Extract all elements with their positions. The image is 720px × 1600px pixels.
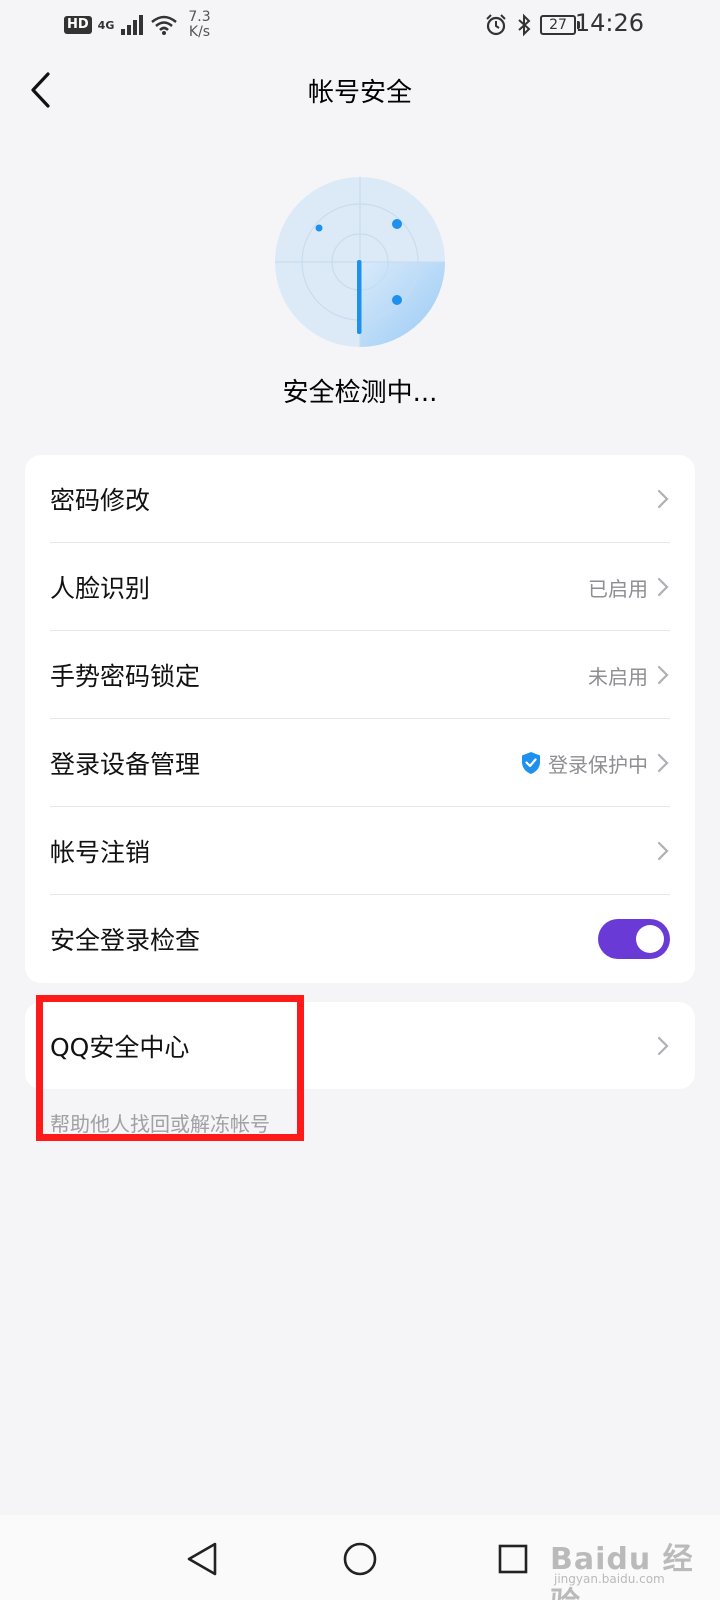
watermark-sub-text: jingyan.baidu.com: [554, 1572, 665, 1586]
row-label: 登录设备管理: [50, 750, 201, 779]
row-status: 未启用: [588, 664, 648, 689]
settings-card: 密码修改 人脸识别 已启用 手势密码锁定 未启用 登录设备管理 登录保护中 帐号…: [25, 455, 695, 983]
net-speed-unit: K/s: [188, 24, 211, 40]
settings-row-secure-login-check: 安全登录检查: [25, 895, 695, 983]
nav-bar: 帐号安全: [0, 52, 720, 128]
status-right: 27: [484, 13, 580, 37]
circle-home-icon: [343, 1542, 377, 1576]
highlight-annotation-box: [36, 995, 304, 1141]
row-label: 人脸识别: [50, 574, 151, 603]
square-recents-icon: [498, 1544, 528, 1574]
row-status: 已启用: [588, 576, 648, 601]
settings-row-password[interactable]: 密码修改: [25, 455, 695, 543]
toggle-knob: [636, 925, 664, 953]
status-bar: HD 4G 7.3 K/s 27 14:26: [0, 0, 720, 52]
status-left: HD 4G 7.3 K/s: [64, 10, 211, 40]
nav-back-button[interactable]: [180, 1537, 224, 1581]
watermark-main-text: Baidu 经验: [550, 1542, 694, 1600]
chevron-right-icon: [656, 839, 670, 863]
net-speed-value: 7.3: [188, 9, 211, 25]
screen: HD 4G 7.3 K/s 27 14:26 帐号安全 安全检测中... 密码修…: [0, 0, 720, 1600]
bluetooth-icon: [518, 13, 531, 37]
net-speed: 7.3 K/s: [188, 10, 210, 40]
row-label: 帐号注销: [50, 838, 151, 867]
settings-row-device-management[interactable]: 登录设备管理 登录保护中: [25, 719, 695, 807]
hd-badge: HD: [64, 16, 92, 34]
chevron-right-icon: [656, 487, 670, 511]
row-label: 手势密码锁定: [50, 662, 201, 691]
signal-icon: [121, 15, 144, 35]
nav-recents-button[interactable]: [491, 1537, 535, 1581]
row-status-group: 登录保护中: [520, 749, 648, 778]
shield-check-icon: [522, 752, 540, 774]
settings-row-gesture-lock[interactable]: 手势密码锁定 未启用: [25, 631, 695, 719]
battery-level: 27: [540, 15, 576, 35]
nav-home-button[interactable]: [338, 1537, 382, 1581]
chevron-right-icon: [656, 575, 670, 599]
row-status: 登录保护中: [548, 752, 648, 777]
wifi-icon: [151, 15, 178, 35]
status-time: 14:26: [574, 9, 644, 37]
scan-status-text: 安全检测中...: [282, 378, 438, 408]
page-title: 帐号安全: [307, 78, 412, 108]
secure-login-toggle[interactable]: [598, 919, 670, 959]
row-label: 安全登录检查: [50, 926, 201, 955]
chevron-right-icon: [656, 751, 670, 775]
baidu-jingyan-watermark: Baidu 经验 jingyan.baidu.com: [550, 1530, 700, 1600]
settings-row-face-recognition[interactable]: 人脸识别 已启用: [25, 543, 695, 631]
triangle-back-icon: [187, 1542, 217, 1576]
chevron-right-icon: [656, 1034, 670, 1058]
network-type: 4G: [97, 18, 115, 32]
chevron-right-icon: [656, 663, 670, 687]
settings-row-account-cancellation[interactable]: 帐号注销: [25, 807, 695, 895]
row-label: 密码修改: [50, 486, 151, 515]
radar-scan-icon: [275, 177, 445, 347]
alarm-icon: [486, 14, 506, 36]
